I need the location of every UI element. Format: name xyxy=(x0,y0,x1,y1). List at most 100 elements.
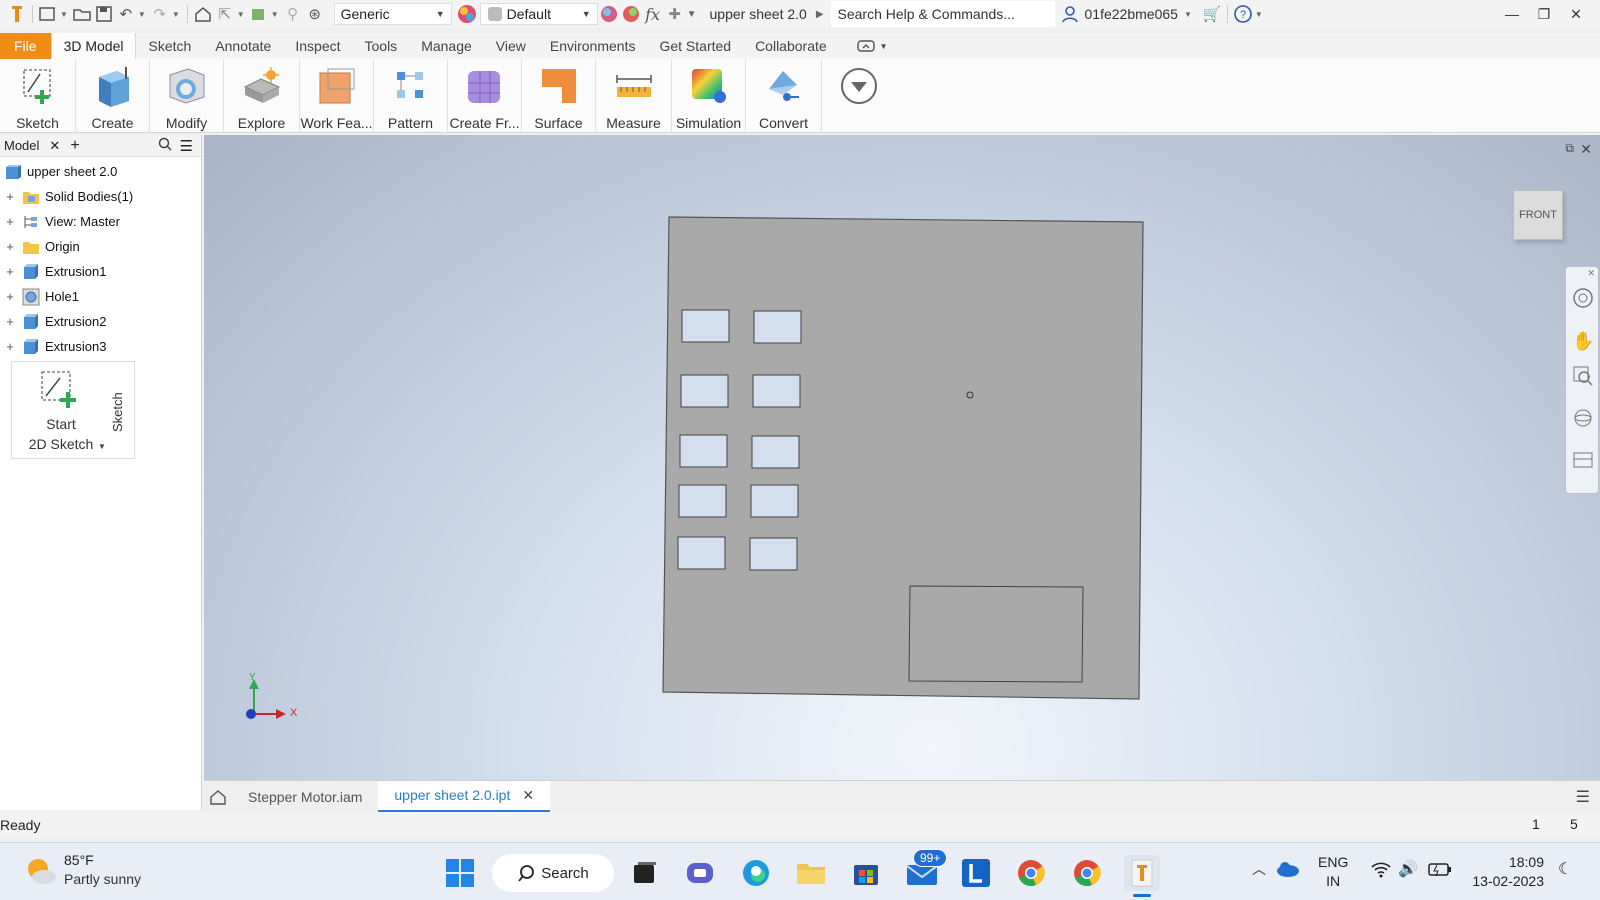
volume-icon[interactable]: 🔊 xyxy=(1398,859,1418,879)
l-app-icon[interactable] xyxy=(958,855,994,891)
plate-model[interactable] xyxy=(204,135,1600,780)
create-freeform-button[interactable]: Create Fr... xyxy=(448,59,522,133)
surface-button[interactable]: Surface xyxy=(522,59,596,133)
start-icon[interactable] xyxy=(442,855,478,891)
modify-button[interactable]: Modify xyxy=(150,59,224,133)
expand-icon[interactable]: + xyxy=(4,289,16,304)
new-file-icon[interactable] xyxy=(37,3,59,25)
chevron-down-icon[interactable]: ▼ xyxy=(60,10,68,19)
chevron-down-icon[interactable]: ▼ xyxy=(1255,10,1263,19)
tab-inspect[interactable]: Inspect xyxy=(283,33,352,59)
file-explorer-icon[interactable] xyxy=(793,855,829,891)
work-features-button[interactable]: Work Fea... xyxy=(300,59,374,133)
battery-icon[interactable] xyxy=(1428,861,1452,880)
home-icon[interactable] xyxy=(192,3,214,25)
menu-icon[interactable]: ☰ xyxy=(180,137,193,155)
chevron-down-icon[interactable]: ▼ xyxy=(237,10,245,19)
adjust-appearance-icon[interactable] xyxy=(598,3,620,25)
redo-icon[interactable]: ↷ xyxy=(149,3,171,25)
update-icon[interactable] xyxy=(248,3,270,25)
tab-get-started[interactable]: Get Started xyxy=(647,33,743,59)
home-tab-icon[interactable] xyxy=(204,789,232,805)
measure-tool-icon[interactable]: ⚲ xyxy=(282,3,304,25)
pan-hand-icon[interactable]: ✋ xyxy=(1572,331,1594,352)
expand-icon[interactable]: + xyxy=(4,239,16,254)
task-view-icon[interactable] xyxy=(627,855,663,891)
doc-tab-stepper-motor[interactable]: Stepper Motor.iam xyxy=(232,781,378,813)
cart-icon[interactable]: 🛒 xyxy=(1201,3,1223,25)
tree-item-view-master[interactable]: + View: Master xyxy=(0,209,201,234)
help-search-input[interactable]: Search Help & Commands... xyxy=(830,1,1055,27)
tab-sketch[interactable]: Sketch xyxy=(136,33,203,59)
inventor-taskbar-icon[interactable] xyxy=(1124,855,1160,891)
expand-icon[interactable]: + xyxy=(4,264,16,279)
inventor-logo-icon[interactable] xyxy=(6,3,28,25)
chevron-down-icon[interactable]: ▼ xyxy=(271,10,279,19)
explore-button[interactable]: Explore xyxy=(224,59,300,133)
tree-item-extrusion1[interactable]: + Extrusion1 xyxy=(0,259,201,284)
menu-icon[interactable]: ☰ xyxy=(1576,787,1590,807)
close-icon[interactable]: ✕ xyxy=(1587,268,1595,279)
chevron-down-icon[interactable]: ▼ xyxy=(172,10,180,19)
orbit-icon[interactable] xyxy=(1572,407,1594,432)
taskbar-search[interactable]: Search xyxy=(492,854,614,892)
user-name[interactable]: 01fe22bme065 xyxy=(1085,6,1178,22)
help-icon[interactable]: ? xyxy=(1232,3,1254,25)
look-at-icon[interactable] xyxy=(1572,449,1594,474)
chevron-down-icon[interactable]: ▼ xyxy=(138,10,146,19)
add-browser-icon[interactable]: + xyxy=(70,137,79,155)
expand-icon[interactable]: + xyxy=(4,189,16,204)
tree-item-extrusion2[interactable]: + Extrusion2 xyxy=(0,309,201,334)
target-icon[interactable]: ⊛ xyxy=(304,3,326,25)
wifi-icon[interactable] xyxy=(1370,860,1392,881)
tab-annotate[interactable]: Annotate xyxy=(203,33,283,59)
chrome-profile-icon[interactable] xyxy=(1069,855,1105,891)
convert-button[interactable]: Convert xyxy=(746,59,822,133)
save-icon[interactable] xyxy=(93,3,115,25)
steering-wheel-icon[interactable] xyxy=(1572,287,1594,312)
close-window-icon[interactable]: ✕ xyxy=(1560,0,1592,28)
simulation-button[interactable]: Simulation xyxy=(672,59,746,133)
doc-tab-upper-sheet[interactable]: upper sheet 2.0.ipt ✕ xyxy=(378,780,551,813)
measure-button[interactable]: Measure xyxy=(596,59,672,133)
tab-manage[interactable]: Manage xyxy=(409,33,484,59)
language-indicator[interactable]: ENG IN xyxy=(1318,853,1348,891)
appearance-ball-icon[interactable] xyxy=(456,3,478,25)
undo-icon[interactable]: ↶ xyxy=(115,3,137,25)
chevron-right-icon[interactable]: ▶ xyxy=(816,9,824,20)
teams-chat-icon[interactable] xyxy=(682,855,718,891)
search-icon[interactable] xyxy=(158,137,172,154)
sketch-button[interactable]: Sketch xyxy=(0,59,76,133)
minimize-icon[interactable]: — xyxy=(1496,0,1528,28)
close-icon[interactable]: ✕ xyxy=(522,787,534,804)
clock[interactable]: 18:09 13-02-2023 xyxy=(1468,853,1544,891)
pattern-button[interactable]: Pattern xyxy=(374,59,448,133)
tab-file[interactable]: File xyxy=(0,33,51,59)
user-icon[interactable] xyxy=(1059,3,1081,25)
material-select[interactable]: Generic ▼ xyxy=(333,3,452,25)
browser-tab-model[interactable]: Model xyxy=(0,138,43,153)
weather-widget[interactable]: 85°F Partly sunny xyxy=(24,851,141,889)
chrome-icon[interactable] xyxy=(1013,855,1049,891)
tree-item-solid-bodies[interactable]: + Solid Bodies(1) xyxy=(0,184,201,209)
store-icon[interactable] xyxy=(848,855,884,891)
expand-icon[interactable]: + xyxy=(4,314,16,329)
select-icon[interactable]: ⇱ xyxy=(214,3,236,25)
viewcube[interactable]: FRONT xyxy=(1513,190,1563,240)
restore-icon[interactable]: ❐ xyxy=(1528,0,1560,28)
onedrive-icon[interactable] xyxy=(1276,861,1300,880)
graphics-viewport[interactable]: ⧉ ✕ FRONT ✕ ✋ Y X xyxy=(204,135,1600,780)
edge-browser-icon[interactable] xyxy=(738,855,774,891)
tree-item-hole1[interactable]: + Hole1 xyxy=(0,284,201,309)
appearance-select[interactable]: Default ▼ xyxy=(479,3,598,25)
tab-collaborate[interactable]: Collaborate xyxy=(743,33,839,59)
tab-tools[interactable]: Tools xyxy=(353,33,410,59)
notifications-moon-icon[interactable]: ☾ xyxy=(1558,859,1572,879)
start-2d-sketch-button[interactable]: Start 2D Sketch ▼ Sketch xyxy=(11,361,135,459)
expand-icon[interactable]: + xyxy=(4,339,16,354)
tab-3d-model[interactable]: 3D Model xyxy=(50,33,137,59)
ribbon-display-toggle[interactable]: ▼ xyxy=(845,33,900,59)
fx-parameters-icon[interactable]: fx xyxy=(642,3,664,25)
plus-icon[interactable]: ✚ xyxy=(664,3,686,25)
clear-appearance-icon[interactable] xyxy=(620,3,642,25)
